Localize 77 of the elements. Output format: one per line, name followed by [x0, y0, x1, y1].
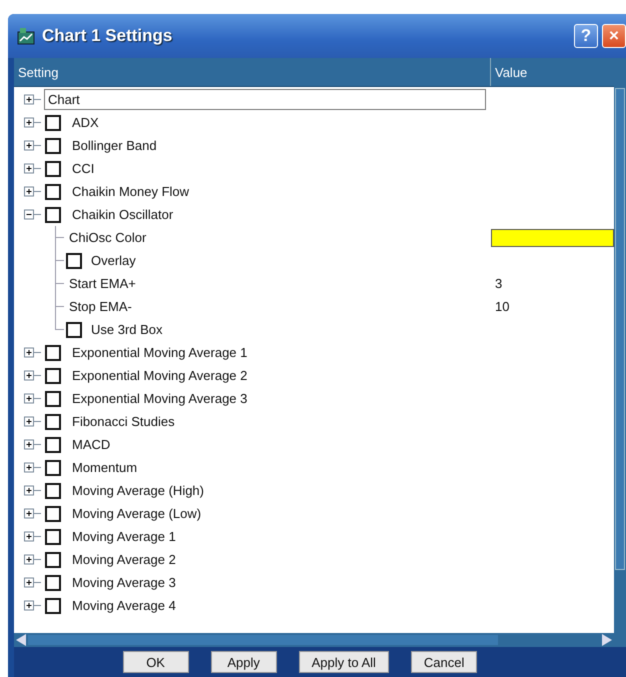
tree-item[interactable]: Exponential Moving Average 1 [69, 343, 250, 362]
expand-icon[interactable] [24, 508, 41, 519]
tree-connector-line [55, 272, 66, 295]
tree-item[interactable]: Exponential Moving Average 3 [69, 389, 250, 408]
tree-item[interactable]: Moving Average 2 [69, 550, 179, 569]
expand-icon[interactable] [24, 393, 41, 404]
checkbox[interactable] [45, 528, 61, 544]
setting-label: Overlay [90, 252, 137, 270]
tree-item[interactable]: Moving Average (High) [69, 481, 207, 500]
checkbox[interactable] [66, 322, 82, 338]
tree-item[interactable]: Moving Average 1 [69, 527, 179, 546]
setting-label: ChiOsc Color [68, 229, 148, 247]
tree-connector-line [55, 226, 66, 249]
checkbox[interactable] [45, 598, 61, 614]
checkbox[interactable] [45, 368, 61, 384]
dialog-button[interactable]: Apply [210, 651, 277, 673]
expand-icon[interactable] [24, 416, 41, 427]
dialog-button[interactable]: Apply to All [298, 651, 389, 673]
expand-icon[interactable] [24, 600, 41, 611]
checkbox[interactable] [45, 160, 61, 176]
checkbox[interactable] [45, 344, 61, 360]
tree-item[interactable]: MACD [69, 435, 114, 454]
chart-window-icon [16, 26, 36, 46]
expand-icon[interactable] [24, 347, 41, 358]
tree-item[interactable]: Fibonacci Studies [69, 412, 178, 431]
tree-item[interactable]: Moving Average 4 [69, 596, 179, 615]
checkbox[interactable] [45, 552, 61, 568]
column-header[interactable]: Setting [14, 58, 491, 86]
checkbox[interactable] [45, 390, 61, 406]
tree-item[interactable]: Moving Average (Low) [69, 504, 204, 523]
expand-icon[interactable] [24, 186, 41, 197]
expand-icon[interactable] [24, 117, 41, 128]
expand-icon[interactable] [24, 462, 41, 473]
tree-item[interactable]: Bollinger Band [69, 136, 160, 155]
dialog-button[interactable]: OK [122, 651, 189, 673]
tree-item[interactable]: Momentum [69, 458, 140, 477]
checkbox[interactable] [45, 482, 61, 498]
checkbox[interactable] [45, 460, 61, 476]
setting-value[interactable]: 10 [491, 299, 510, 314]
horizontal-scrollbar[interactable] [14, 633, 614, 647]
expand-icon[interactable] [24, 140, 41, 151]
checkbox[interactable] [45, 114, 61, 130]
tree-item[interactable]: CCI [69, 159, 98, 178]
checkbox[interactable] [45, 506, 61, 522]
expand-icon[interactable] [24, 485, 41, 496]
scroll-right-icon[interactable] [602, 634, 612, 646]
tree-item[interactable]: Moving Average 3 [69, 573, 179, 592]
setting-label: Start EMA+ [68, 275, 137, 293]
scroll-left-icon[interactable] [16, 634, 26, 646]
expand-icon[interactable] [24, 163, 41, 174]
column-header[interactable]: Value [491, 58, 614, 86]
window-title: Chart 1 Settings [42, 26, 174, 46]
expand-icon[interactable] [24, 531, 41, 542]
expand-icon[interactable] [24, 94, 41, 105]
setting-value[interactable]: 3 [491, 276, 502, 291]
setting-label: Use 3rd Box [90, 321, 164, 339]
expand-icon[interactable] [24, 554, 41, 565]
expand-icon[interactable] [24, 439, 41, 450]
dialog-button[interactable]: Cancel [410, 651, 478, 673]
tree-item[interactable]: Chaikin Oscillator [69, 205, 176, 224]
tree-item[interactable]: Exponential Moving Average 2 [69, 366, 250, 385]
collapse-icon[interactable] [24, 209, 41, 220]
vertical-scrollbar[interactable] [614, 58, 626, 647]
checkbox[interactable] [45, 574, 61, 590]
expand-icon[interactable] [24, 370, 41, 381]
expand-icon[interactable] [24, 577, 41, 588]
setting-label: Stop EMA- [68, 298, 133, 316]
checkbox[interactable] [45, 436, 61, 452]
tree-item[interactable]: Chart [45, 90, 485, 109]
checkbox[interactable] [45, 138, 61, 154]
tree-item[interactable]: ADX [69, 113, 102, 132]
checkbox[interactable] [66, 252, 82, 268]
checkbox[interactable] [45, 184, 61, 200]
color-swatch[interactable] [491, 228, 614, 246]
checkbox[interactable] [45, 206, 61, 222]
checkbox[interactable] [45, 414, 61, 430]
tree-item[interactable]: Chaikin Money Flow [69, 182, 192, 201]
